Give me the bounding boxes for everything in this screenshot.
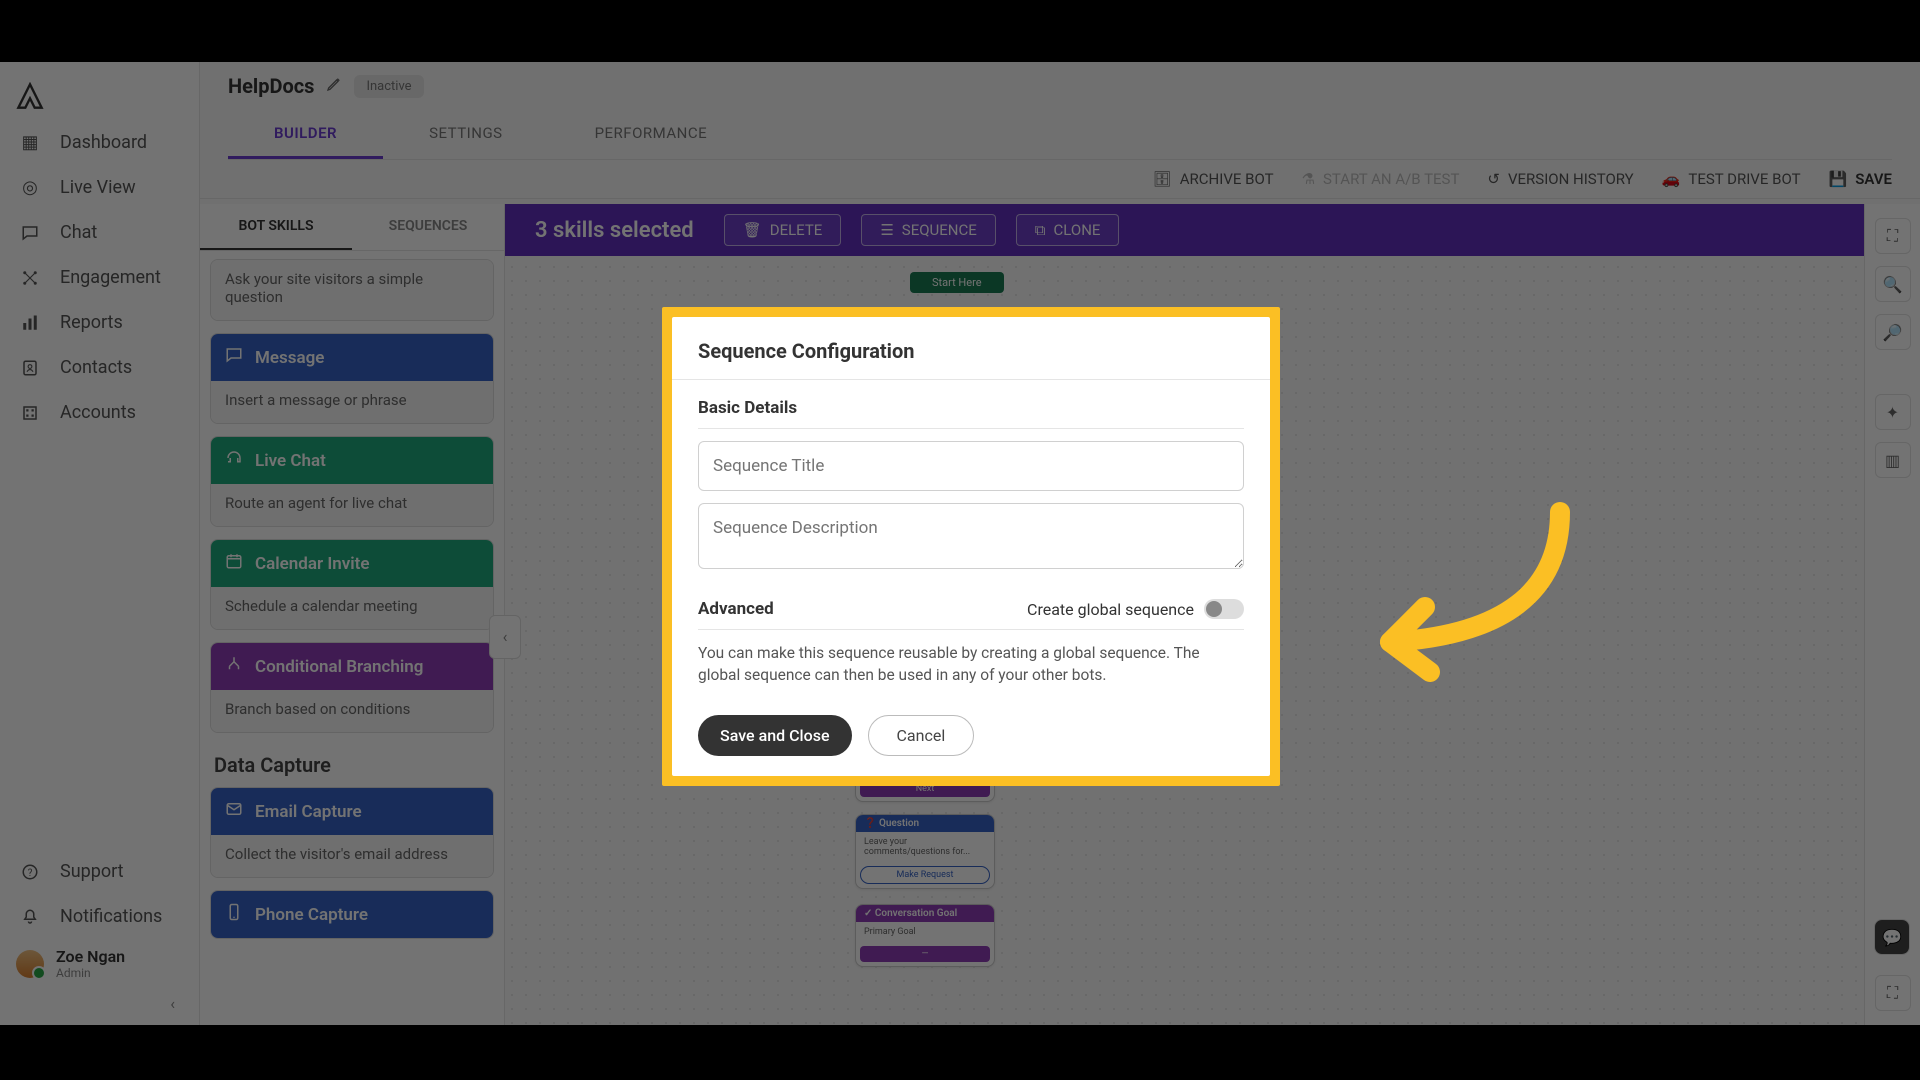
advanced-row: Advanced Create global sequence [698, 599, 1244, 619]
cancel-button[interactable]: Cancel [868, 715, 975, 756]
helper-text: You can make this sequence reusable by c… [698, 642, 1244, 687]
letterbox-top [0, 0, 1920, 62]
callout-arrow [1330, 492, 1590, 716]
modal-actions: Save and Close Cancel [698, 715, 1244, 756]
divider [698, 629, 1244, 630]
section-advanced: Advanced [698, 599, 774, 619]
global-sequence-toggle[interactable] [1204, 599, 1244, 619]
section-basic-details: Basic Details [698, 398, 1244, 418]
sequence-config-modal: Sequence Configuration Basic Details Adv… [672, 317, 1270, 776]
modal-title: Sequence Configuration [698, 339, 1244, 379]
app-frame: ▦ Dashboard ◎ Live View Chat Engagement [0, 62, 1920, 1025]
divider [698, 428, 1244, 429]
modal-highlight: Sequence Configuration Basic Details Adv… [662, 307, 1280, 786]
divider [672, 379, 1270, 380]
toggle-label: Create global sequence [1027, 600, 1194, 619]
save-and-close-button[interactable]: Save and Close [698, 715, 852, 756]
sequence-description-input[interactable] [698, 503, 1244, 569]
letterbox-bottom [0, 1025, 1920, 1080]
sequence-title-input[interactable] [698, 441, 1244, 491]
global-sequence-toggle-wrap: Create global sequence [1027, 599, 1244, 619]
